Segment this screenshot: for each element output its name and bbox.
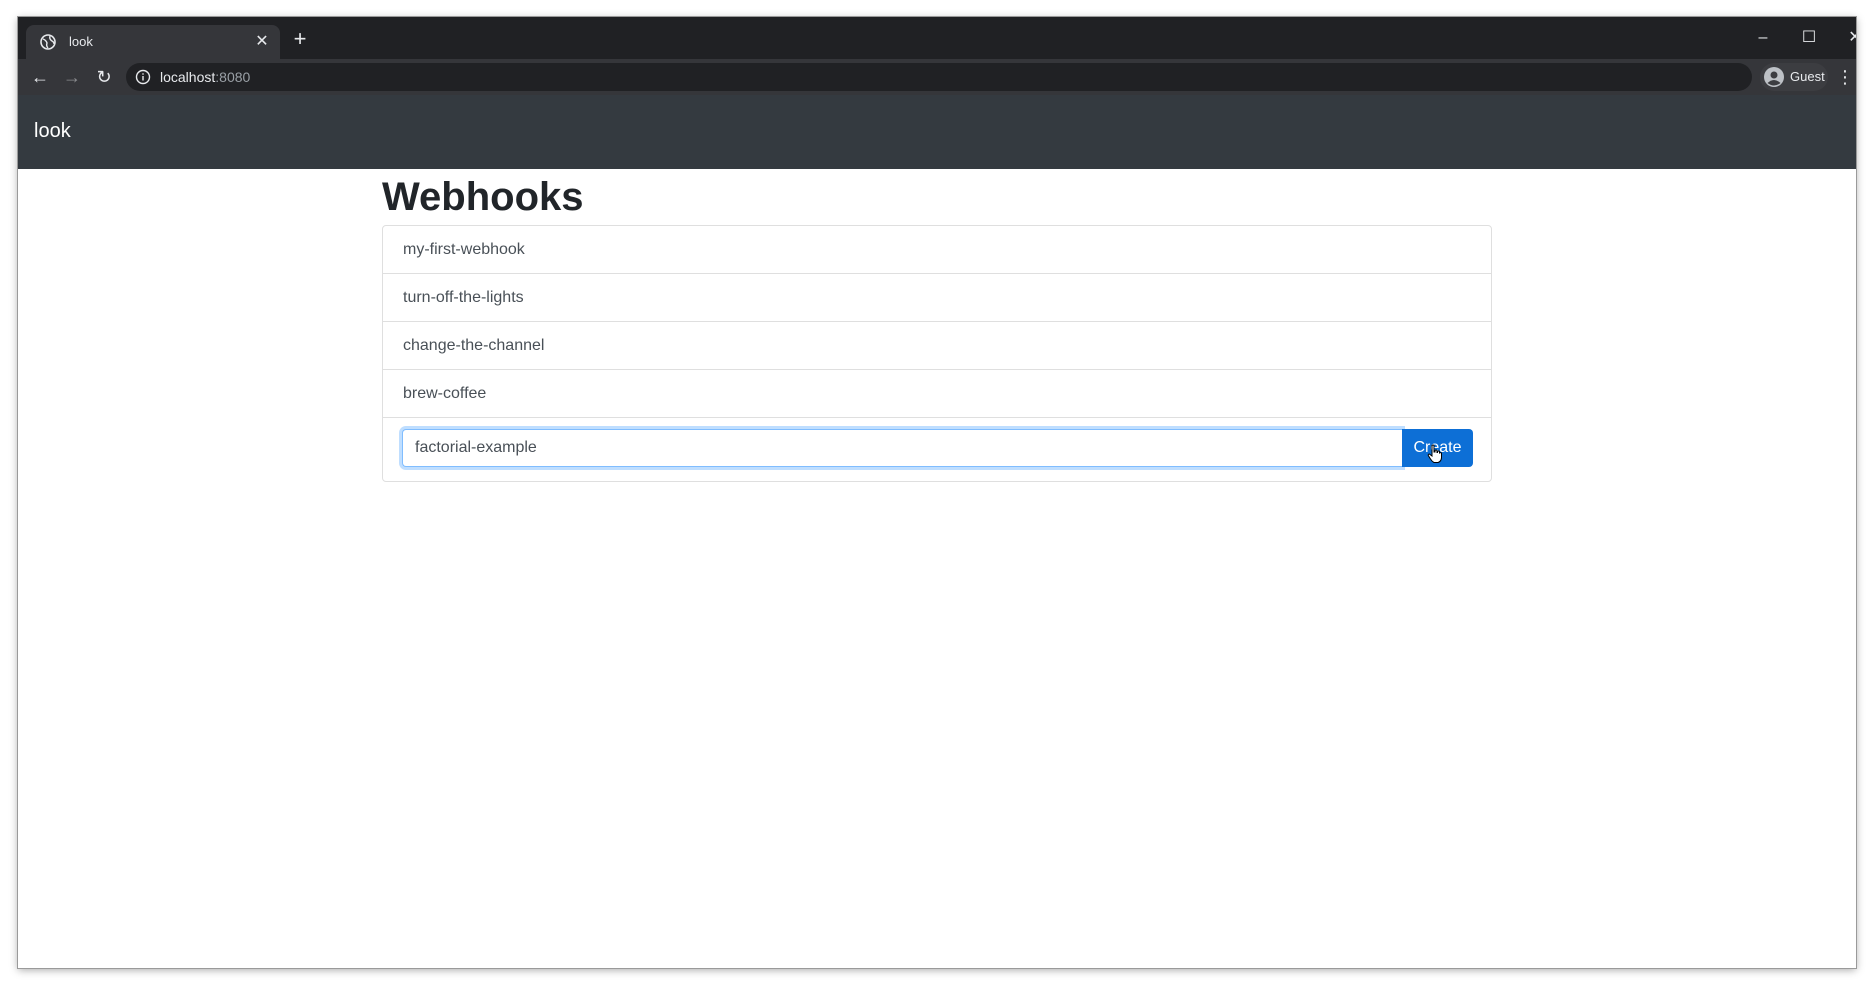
webhook-list-item[interactable]: brew-coffee bbox=[383, 370, 1491, 418]
navbar-brand[interactable]: look bbox=[34, 115, 71, 147]
close-tab-icon[interactable]: ✕ bbox=[253, 33, 271, 51]
kebab-menu-icon[interactable]: ⋮ bbox=[1836, 65, 1854, 89]
url-text: localhost:8080 bbox=[160, 69, 250, 85]
guest-avatar-icon bbox=[1764, 67, 1784, 87]
webhook-list-item[interactable]: change-the-channel bbox=[383, 322, 1491, 370]
webhook-list-item[interactable]: turn-off-the-lights bbox=[383, 274, 1491, 322]
new-tab-icon[interactable]: + bbox=[289, 28, 311, 51]
url-host: localhost bbox=[160, 69, 216, 85]
url-port: :8080 bbox=[215, 69, 251, 85]
globe-icon bbox=[40, 34, 56, 50]
webhook-list: my-first-webhook turn-off-the-lights cha… bbox=[382, 225, 1492, 482]
maximize-icon[interactable]: ☐ bbox=[1786, 25, 1832, 51]
tab-title: look bbox=[69, 34, 93, 49]
hand-pointer-cursor-icon bbox=[1427, 444, 1442, 463]
app-navbar: look bbox=[18, 95, 1856, 169]
info-icon[interactable] bbox=[135, 69, 151, 85]
page-title: Webhooks bbox=[382, 175, 584, 219]
reload-icon[interactable]: ↻ bbox=[92, 65, 116, 89]
webhook-name-input[interactable] bbox=[402, 429, 1402, 467]
create-webhook-row: Create bbox=[383, 418, 1491, 481]
browser-toolbar: ← → ↻ localhost:8080 Guest ⋮ bbox=[18, 59, 1856, 95]
profile-button[interactable]: Guest bbox=[1760, 63, 1828, 91]
window-close-icon[interactable]: ✕ bbox=[1832, 25, 1856, 51]
browser-window: look ✕ + – ☐ ✕ ← → ↻ localhost:8080 Gues… bbox=[18, 17, 1856, 968]
minimize-icon[interactable]: – bbox=[1740, 25, 1786, 51]
forward-arrow-icon[interactable]: → bbox=[60, 65, 84, 89]
webhook-list-item[interactable]: my-first-webhook bbox=[383, 226, 1491, 274]
address-bar[interactable]: localhost:8080 bbox=[126, 63, 1752, 91]
page-viewport: look Webhooks my-first-webhook turn-off-… bbox=[18, 95, 1856, 968]
tab-strip: look ✕ + – ☐ ✕ bbox=[18, 17, 1856, 59]
browser-tab-look[interactable]: look ✕ bbox=[26, 25, 280, 59]
back-arrow-icon[interactable]: ← bbox=[28, 65, 52, 89]
profile-label: Guest bbox=[1790, 69, 1825, 84]
